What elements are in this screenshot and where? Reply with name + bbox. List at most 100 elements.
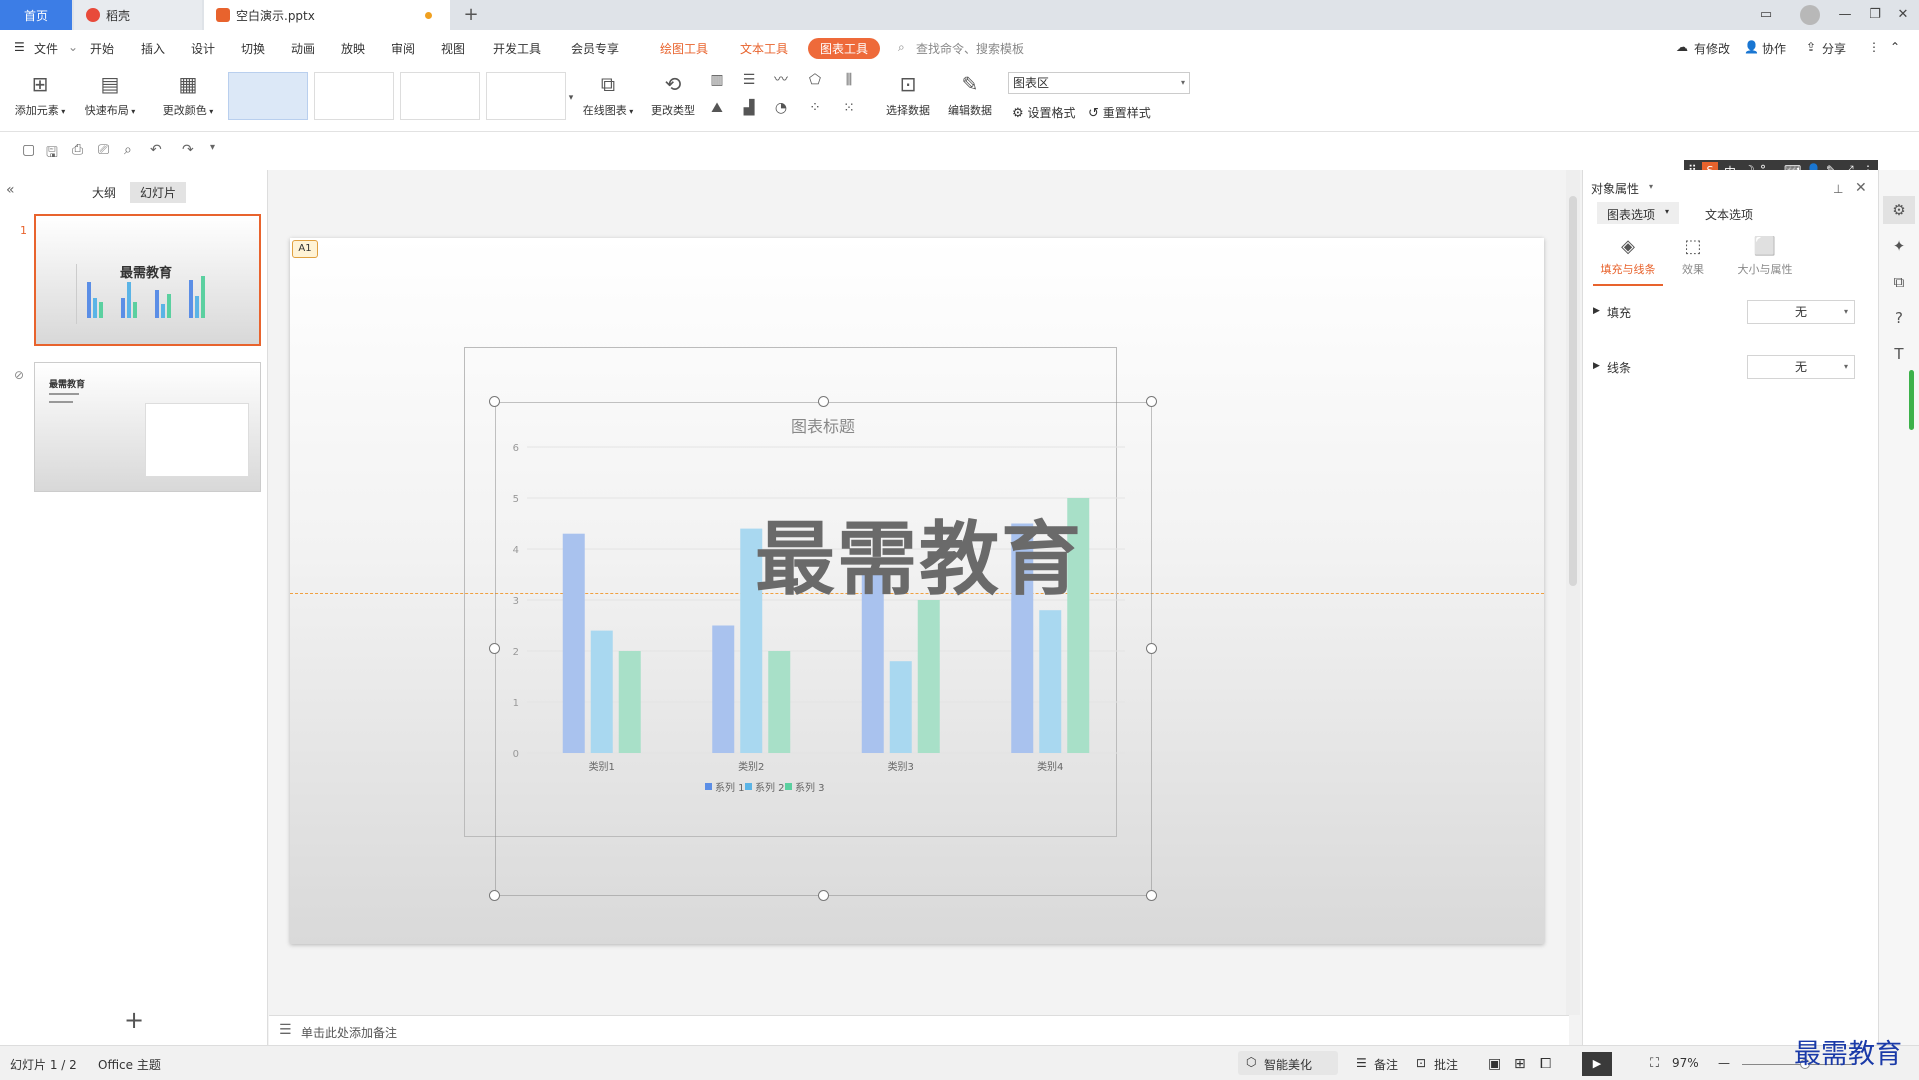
bar[interactable] bbox=[590, 630, 613, 753]
slide-sorter-icon[interactable]: ⊞ bbox=[1514, 1056, 1526, 1072]
reading-view-icon[interactable]: ⧠ bbox=[1540, 1056, 1551, 1072]
search-icon[interactable]: ⌕ bbox=[898, 40, 905, 55]
combo-chart-icon[interactable]: ▟ bbox=[738, 98, 760, 118]
select-data-button[interactable]: ⊡ 选择数据 bbox=[880, 70, 936, 118]
radar-chart-icon[interactable]: ⬠ bbox=[804, 70, 826, 90]
vertical-scrollbar[interactable] bbox=[1566, 170, 1580, 1015]
tab-slides[interactable]: 幻灯片 bbox=[130, 182, 187, 203]
fit-window-icon[interactable]: ⛶ bbox=[1650, 1056, 1659, 1071]
stock-chart-icon[interactable]: ⫼ bbox=[838, 70, 860, 90]
edit-data-button[interactable]: ✎ 编辑数据 bbox=[942, 70, 998, 118]
collapse-panel-icon[interactable]: « bbox=[6, 182, 15, 198]
share-button[interactable]: 分享 bbox=[1822, 40, 1846, 57]
bar[interactable] bbox=[618, 651, 641, 753]
notes-button[interactable]: 备注 bbox=[1374, 1056, 1398, 1073]
theme-name[interactable]: Office 主题 bbox=[98, 1056, 161, 1073]
menu-review[interactable]: 审阅 bbox=[391, 40, 415, 57]
slide-switch-icon[interactable]: ⧉ bbox=[1883, 268, 1915, 296]
bar[interactable] bbox=[562, 533, 585, 753]
subtab-effect[interactable]: ⬚ 效果 bbox=[1673, 236, 1713, 286]
more-icon[interactable]: ⋮ bbox=[1868, 40, 1880, 54]
close-icon[interactable]: ✕ bbox=[1894, 6, 1912, 24]
undo-icon[interactable]: ↶ bbox=[150, 142, 162, 158]
reset-style-button[interactable]: ↺ 重置样式 bbox=[1088, 104, 1151, 121]
bubble-chart-icon[interactable]: ⁙ bbox=[838, 98, 860, 118]
slide-canvas[interactable]: A1 0 1 2 3 4 5 6 类别1 类别2 类别3 类别4 图表标题 系列 1 系列 2 系列 … bbox=[290, 238, 1544, 944]
slide-thumbnail-2[interactable]: 最需教育 bbox=[34, 362, 261, 492]
bar[interactable] bbox=[1039, 610, 1062, 753]
menu-transition[interactable]: 切换 bbox=[241, 40, 265, 57]
scrollbar-thumb[interactable] bbox=[1569, 196, 1577, 586]
tab-chart-options[interactable]: 图表选项 ▾ bbox=[1597, 202, 1679, 224]
chart-title[interactable]: 图表标题 bbox=[791, 417, 855, 436]
close-panel-icon[interactable]: ✕ bbox=[1855, 180, 1867, 196]
smart-beautify-button[interactable]: ⬡ 智能美化 bbox=[1238, 1051, 1338, 1075]
expand-line-icon[interactable]: ▶ bbox=[1593, 361, 1600, 371]
bar-chart-icon[interactable]: ☰ bbox=[738, 70, 760, 90]
resize-handle-top[interactable] bbox=[818, 396, 829, 407]
bar[interactable] bbox=[768, 651, 791, 753]
menu-home[interactable]: 开始 bbox=[90, 40, 114, 57]
collapse-ribbon-icon[interactable]: ⌃ bbox=[1890, 40, 1900, 54]
chart-style-3[interactable] bbox=[400, 72, 480, 120]
chart-style-1[interactable] bbox=[228, 72, 308, 120]
menu-file[interactable]: 文件 bbox=[34, 40, 58, 57]
print-preview-icon[interactable]: ⌕ bbox=[124, 142, 132, 158]
chart-object[interactable]: 0 1 2 3 4 5 6 类别1 类别2 类别3 类别4 图表标题 系列 1 系列 2 系列 3 bbox=[489, 396, 1157, 901]
expand-fill-icon[interactable]: ▶ bbox=[1593, 306, 1600, 316]
bar[interactable] bbox=[917, 600, 940, 753]
animation-badge[interactable]: A1 bbox=[292, 240, 318, 258]
online-chart-button[interactable]: ⧉ 在线图表 ▾ bbox=[578, 70, 638, 118]
menu-developer[interactable]: 开发工具 bbox=[493, 40, 541, 57]
quick-layout-button[interactable]: ▤ 快速布局 ▾ bbox=[80, 70, 140, 118]
tab-home[interactable]: 首页 bbox=[0, 0, 72, 30]
help-icon[interactable]: ? bbox=[1883, 304, 1915, 332]
export-icon[interactable]: ⎙ bbox=[72, 142, 83, 158]
redo-icon[interactable]: ↷ bbox=[182, 142, 194, 158]
notes-area[interactable]: ☰ 单击此处添加备注 bbox=[269, 1015, 1569, 1045]
bar[interactable] bbox=[889, 661, 912, 753]
properties-icon[interactable]: ⚙ bbox=[1883, 196, 1915, 224]
resize-handle-br[interactable] bbox=[1146, 890, 1157, 901]
zoom-level[interactable]: 97% bbox=[1672, 1056, 1699, 1070]
menu-view[interactable]: 视图 bbox=[441, 40, 465, 57]
bar[interactable] bbox=[712, 625, 735, 754]
minimize-icon[interactable]: — bbox=[1836, 6, 1854, 24]
play-slideshow-button[interactable]: ▶ bbox=[1582, 1052, 1612, 1076]
slide-thumbnail-1[interactable]: 最需教育 bbox=[34, 214, 261, 346]
print-icon[interactable]: ⎚ bbox=[98, 142, 109, 158]
chart-style-2[interactable] bbox=[314, 72, 394, 120]
tab-outline[interactable]: 大纲 bbox=[82, 182, 126, 203]
animation-icon[interactable]: ✦ bbox=[1883, 232, 1915, 260]
chart-svg[interactable]: 0 1 2 3 4 5 6 类别1 类别2 类别3 类别4 图表标题 系列 1 系列 2 系列 3 bbox=[494, 401, 1153, 897]
fill-select[interactable]: 无 ▾ bbox=[1747, 300, 1855, 324]
line-chart-icon[interactable]: 〰 bbox=[770, 70, 792, 90]
menu-text-tools[interactable]: 文本工具 bbox=[740, 40, 788, 57]
tab-file[interactable]: 空白演示.pptx bbox=[204, 0, 450, 30]
resize-handle-right[interactable] bbox=[1146, 643, 1157, 654]
chevron-down-icon[interactable]: ⌄ bbox=[68, 40, 78, 54]
tab-docer[interactable]: 稻壳 bbox=[74, 0, 202, 30]
hamburger-icon[interactable]: ☰ bbox=[14, 40, 25, 54]
text-icon[interactable]: T bbox=[1883, 340, 1915, 368]
resize-handle-tl[interactable] bbox=[489, 396, 500, 407]
collaborate-button[interactable]: 协作 bbox=[1762, 40, 1786, 57]
new-file-icon[interactable]: ▢ bbox=[22, 142, 35, 158]
menu-slideshow[interactable]: 放映 bbox=[341, 40, 365, 57]
normal-view-icon[interactable]: ▣ bbox=[1488, 1056, 1501, 1072]
menu-chart-tools[interactable]: 图表工具 bbox=[808, 38, 881, 59]
pie-chart-icon[interactable]: ◔ bbox=[770, 98, 792, 118]
line-select[interactable]: 无 ▾ bbox=[1747, 355, 1855, 379]
menu-insert[interactable]: 插入 bbox=[141, 40, 165, 57]
restore-icon[interactable]: ❐ bbox=[1866, 6, 1884, 24]
add-element-button[interactable]: ⊞ 添加元素 ▾ bbox=[10, 70, 70, 118]
chart-style-4[interactable] bbox=[486, 72, 566, 120]
area-chart-icon[interactable]: ⛰ bbox=[706, 98, 728, 118]
has-changes-button[interactable]: 有修改 bbox=[1694, 40, 1730, 57]
menu-member[interactable]: 会员专享 bbox=[571, 40, 619, 57]
pin-icon[interactable]: ⊥ bbox=[1833, 182, 1843, 196]
add-slide-button[interactable]: + bbox=[124, 1006, 144, 1034]
resize-handle-bottom[interactable] bbox=[818, 890, 829, 901]
change-color-button[interactable]: ▦ 更改颜色 ▾ bbox=[158, 70, 218, 118]
search-input[interactable]: 查找命令、搜索模板 bbox=[916, 40, 1024, 57]
